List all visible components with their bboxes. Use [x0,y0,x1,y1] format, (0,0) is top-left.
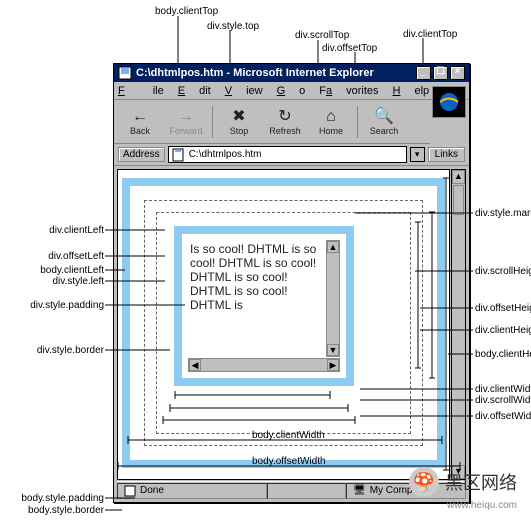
label-div-offsetLeft: div.offsetLeft [48,251,104,262]
stop-icon: ✖ [232,108,245,126]
done-icon [124,485,136,497]
label-div-offsetWidth: div.offsetWidth [475,411,531,422]
label-body-clientHeight: body.clientHeight [475,349,531,360]
ie-logo [432,86,466,118]
status-done: Done [140,485,164,496]
address-value: C:\dhtmlpos.htm [189,149,262,160]
label-div-offsetHeight: div.offsetHeight [475,303,531,314]
label-div-style-left: div.style.left [53,276,105,287]
statusbar: Done 🖥 My Computer [117,481,466,499]
label-body-offsetWidth: body.offsetWidth [252,456,326,467]
page-body-padding: Is so cool! DHTML is so cool! DHTML is s… [130,186,437,460]
viewport-scrollbar-vertical[interactable]: ▲ ▼ [451,169,466,480]
label-div-offsetTop: div.offsetTop [322,43,377,54]
toolbar: ←Back →Forward ✖Stop ↻Refresh ⌂Home 🔍Sea… [114,100,430,144]
div-scrollbar-horizontal[interactable]: ◀▶ [188,358,340,372]
menu-go[interactable]: Go [277,85,306,97]
home-icon: ⌂ [326,108,336,126]
menubar: File Edit View Go Favorites Help [114,82,469,100]
home-button[interactable]: ⌂Home [309,103,353,141]
label-body-clientTop: body.clientTop [155,6,218,17]
div-border: Is so cool! DHTML is so cool! DHTML is s… [174,226,354,386]
menu-view[interactable]: View [225,85,263,97]
address-dropdown[interactable]: ▾ [410,147,425,162]
div-padding: Is so cool! DHTML is so cool! DHTML is s… [182,234,346,378]
div-scrollbar-vertical[interactable]: ▲▼ [326,240,340,357]
page-body-border: Is so cool! DHTML is so cool! DHTML is s… [122,178,445,468]
menu-help[interactable]: Help [393,85,430,97]
stop-button[interactable]: ✖Stop [217,103,261,141]
div-content: Is so cool! DHTML is so cool! DHTML is s… [188,240,325,357]
file-icon [172,148,186,162]
label-body-style-border: body.style.border [28,505,104,516]
label-body-clientLeft: body.clientLeft [40,265,104,276]
label-div-clientWidth: div.clientWidth [475,384,531,395]
forward-icon: → [178,108,194,126]
label-div-style-border: div.style.border [37,345,104,356]
menu-favorites[interactable]: Favorites [319,85,378,97]
back-icon: ← [132,108,148,126]
menu-edit[interactable]: Edit [178,85,211,97]
max-button[interactable]: ☐ [433,66,448,80]
div-box: Is so cool! DHTML is so cool! DHTML is s… [174,226,354,386]
min-button[interactable]: _ [416,66,431,80]
label-div-style-margin: div.style.margin [475,208,531,219]
label-div-scrollWidth: div.scrollWidth [475,395,531,406]
window-title: C:\dhtmlpos.htm - Microsoft Internet Exp… [136,67,416,79]
search-icon: 🔍 [374,108,394,126]
refresh-button[interactable]: ↻Refresh [263,103,307,141]
refresh-icon: ↻ [278,108,291,126]
label-div-clientLeft: div.clientLeft [49,225,104,236]
forward-button[interactable]: →Forward [164,103,208,141]
address-bar: Address C:\dhtmlpos.htm ▾ Links [114,144,469,166]
label-div-scrollHeight: div.scrollHeight [475,266,531,277]
label-body-clientWidth: body.clientWidth [252,430,325,441]
links-button[interactable]: Links [428,147,465,162]
search-button[interactable]: 🔍Search [362,103,406,141]
toolbar-separator [357,106,358,138]
status-zone: My Computer [370,485,430,496]
label-div-scrollTop: div.scrollTop [295,30,349,41]
toolbar-separator [212,106,213,138]
back-button[interactable]: ←Back [118,103,162,141]
label-body-style-padding: body.style.padding [21,493,104,504]
label-div-clientHeight: div.clientHeight [475,325,531,336]
ie-page-icon [118,66,132,80]
menu-file[interactable]: File [118,85,164,97]
address-input[interactable]: C:\dhtmlpos.htm [168,146,407,163]
label-div-clientTop: div.clientTop [403,29,457,40]
label-div-style-padding: div.style.padding [30,300,104,311]
address-label: Address [118,147,165,162]
zone-icon: 🖥 [353,485,366,496]
label-div-style-top: div.style.top [207,21,259,32]
close-button[interactable]: × [450,66,465,80]
watermark-url: www.heiqu.com [447,500,517,511]
titlebar: C:\dhtmlpos.htm - Microsoft Internet Exp… [114,64,469,82]
div-scroll-area: Is so cool! DHTML is so cool! DHTML is s… [188,240,340,372]
